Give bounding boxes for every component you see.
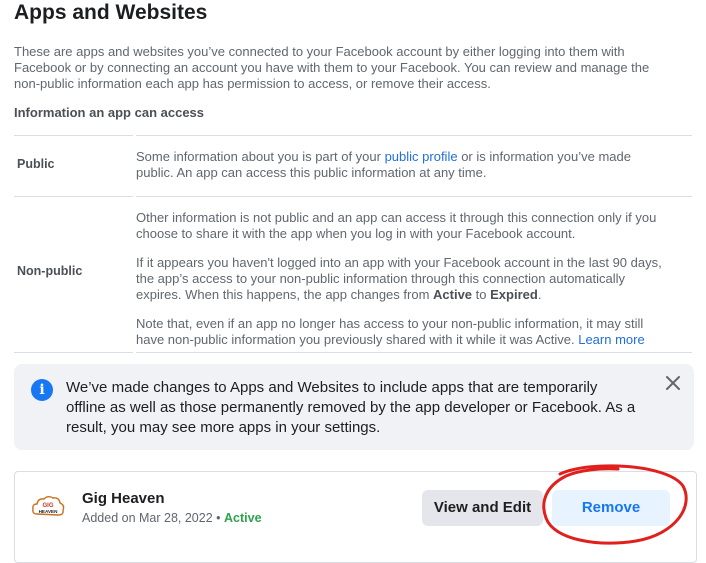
row-label-public: Public [17, 157, 55, 171]
expired-term: Expired [490, 287, 538, 302]
table-divider [14, 196, 133, 197]
table-divider [136, 352, 692, 353]
added-date: Added on Mar 28, 2022 [82, 511, 213, 525]
page-title: Apps and Websites [14, 1, 208, 24]
intro-line: These are apps and websites you’ve conne… [14, 44, 625, 59]
desc-line: the app’s access to your non-public info… [136, 271, 625, 286]
learn-more-link[interactable]: Learn more [578, 332, 644, 347]
close-icon [666, 376, 680, 390]
desc-text: to [472, 287, 491, 302]
table-divider [136, 196, 692, 197]
remove-button[interactable]: Remove [552, 490, 670, 526]
close-notice-button[interactable] [662, 372, 684, 394]
intro-line: Facebook or by connecting an account you… [14, 60, 650, 75]
row-label-nonpublic: Non-public [17, 264, 83, 278]
notice-line: offline as well as those permanently rem… [66, 399, 636, 416]
nonpublic-expiry-description: If it appears you haven't logged into an… [136, 255, 696, 303]
status-badge: Active [224, 511, 262, 525]
info-notice: i We’ve made changes to Apps and Website… [14, 364, 694, 450]
app-logo: GIG HEAVEN [32, 496, 65, 516]
notice-line: result, you may see more apps in your se… [66, 419, 381, 436]
table-divider [136, 135, 692, 136]
desc-line: public. An app can access this public in… [136, 165, 487, 180]
active-term: Active [433, 287, 473, 302]
desc-line: have non-public information you previous… [136, 332, 696, 348]
access-heading: Information an app can access [14, 105, 205, 120]
separator: • [216, 511, 221, 525]
desc-line: choose to share it with the app when you… [136, 226, 576, 241]
intro-text: These are apps and websites you’ve conne… [14, 44, 690, 92]
view-and-edit-button[interactable]: View and Edit [422, 490, 543, 526]
public-description: Some information about you is part of yo… [136, 149, 696, 181]
nonpublic-note: Note that, even if an app no longer has … [136, 316, 696, 348]
desc-text: expires. When this happens, the app chan… [136, 287, 434, 302]
app-meta: Added on Mar 28, 2022 • Active [82, 511, 262, 525]
intro-line: non-public information each app has perm… [14, 76, 491, 91]
desc-line: Note that, even if an app no longer has … [136, 316, 644, 331]
desc-line: If it appears you haven't logged into an… [136, 255, 662, 270]
notice-text: We’ve made changes to Apps and Websites … [66, 378, 666, 438]
nonpublic-description: Other information is not public and an a… [136, 210, 696, 242]
app-name: Gig Heaven [82, 490, 165, 507]
table-divider [14, 352, 133, 353]
table-divider [14, 135, 133, 136]
app-card: GIG HEAVEN Gig Heaven Added on Mar 28, 2… [14, 471, 697, 563]
desc-text: . [537, 287, 542, 302]
desc-text: have non-public information you previous… [136, 332, 579, 347]
public-profile-link[interactable]: public profile [385, 149, 458, 164]
desc-text: or is information you’ve made [457, 149, 631, 164]
desc-line: expires. When this happens, the app chan… [136, 287, 696, 303]
info-icon: i [31, 379, 53, 401]
logo-text: HEAVEN [39, 509, 58, 514]
desc-line: Some information about you is part of yo… [136, 149, 696, 165]
desc-text: Some information about you is part of yo… [136, 149, 385, 164]
desc-line: Other information is not public and an a… [136, 210, 657, 225]
notice-line: We’ve made changes to Apps and Websites … [66, 379, 598, 396]
